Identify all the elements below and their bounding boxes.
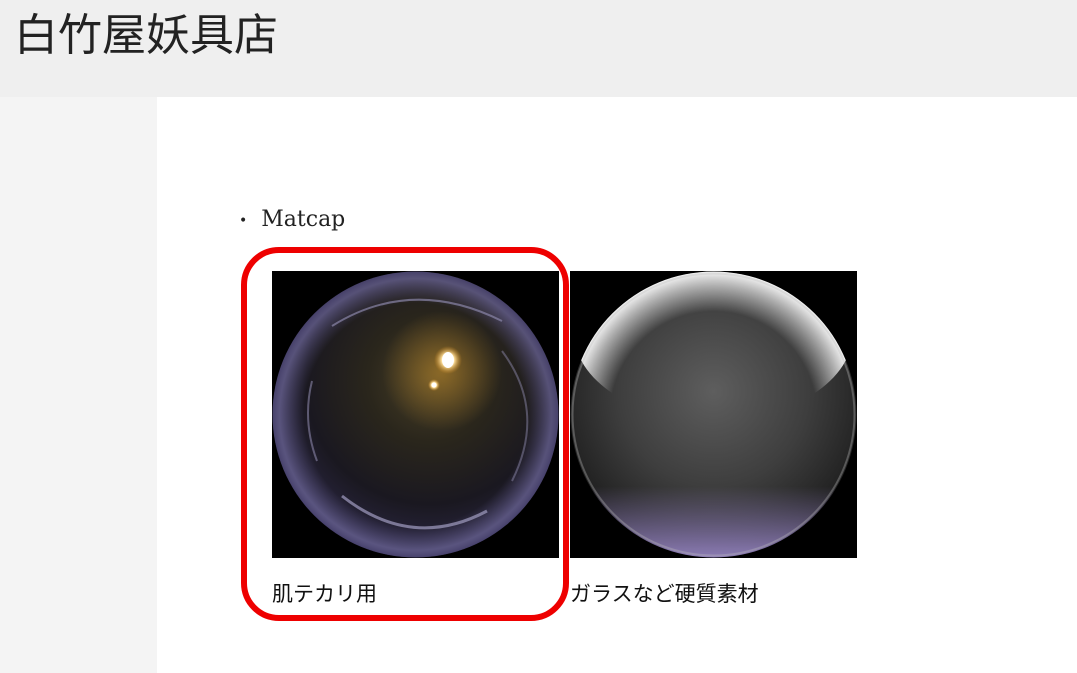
bullet-icon: • [239,212,248,229]
site-header: 白竹屋妖具店 [0,0,1077,97]
left-gutter [0,97,157,673]
glass-hard-material-matcap-graphic [570,271,857,558]
glass-hard-material-matcap-image[interactable] [570,271,857,558]
glass-hard-material-caption: ガラスなど硬質素材 [570,582,759,606]
skin-gloss-caption: 肌テカリ用 [272,582,377,606]
site-title[interactable]: 白竹屋妖具店 [14,10,278,62]
main-content: • Matcap 肌テカリ用 ガラスなど硬質素材 [157,97,1077,673]
matcap-section-item: • Matcap [239,207,345,232]
section-label: Matcap [261,207,346,232]
skin-gloss-matcap-image[interactable] [272,271,559,558]
skin-gloss-matcap-graphic [272,271,559,558]
